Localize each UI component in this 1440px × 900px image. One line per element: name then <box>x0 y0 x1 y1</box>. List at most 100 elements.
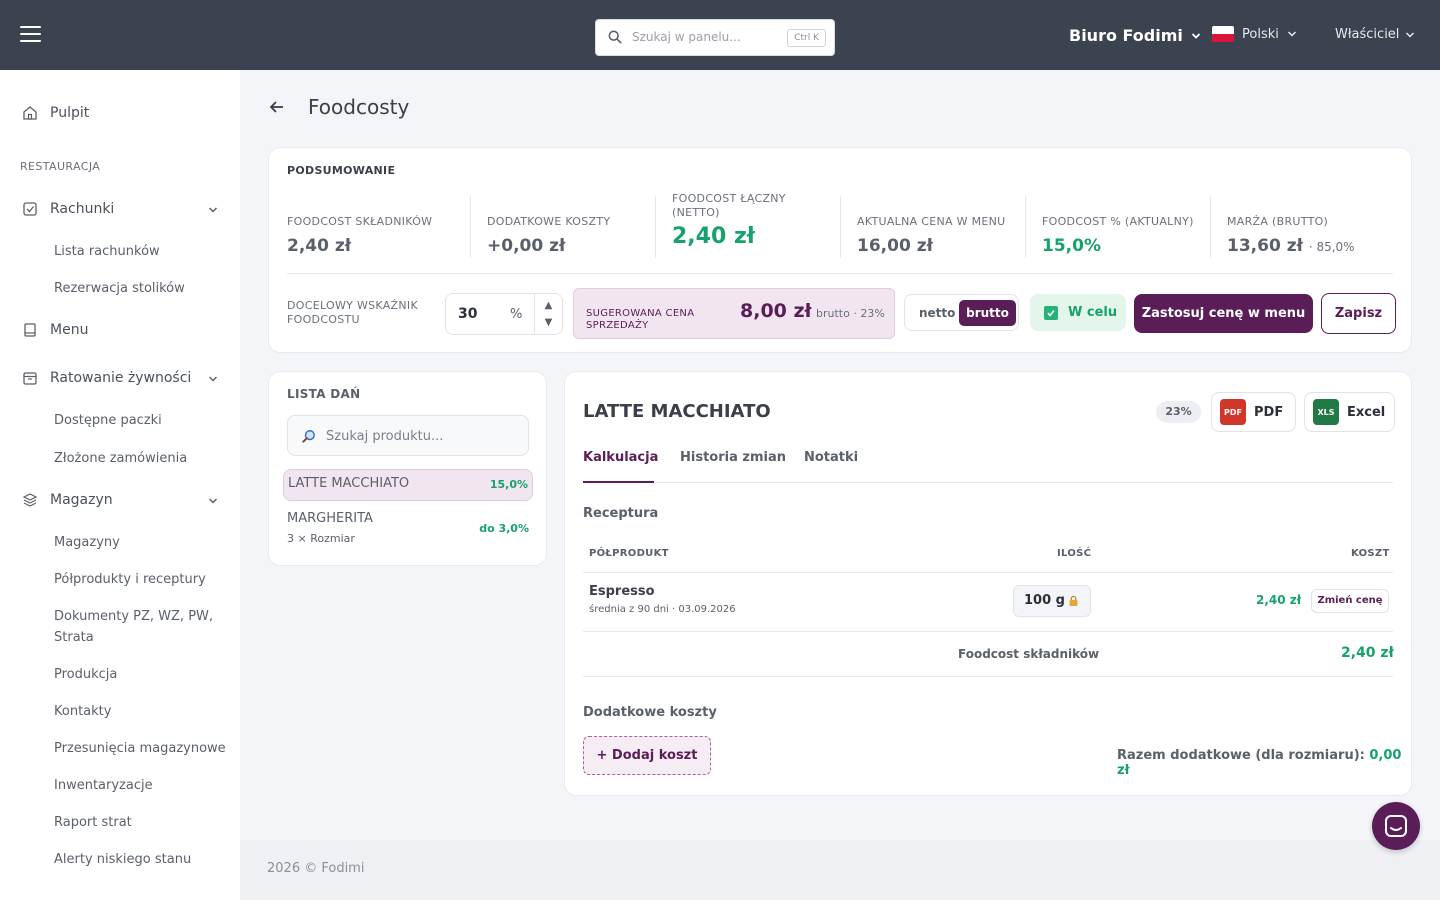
sidebar-item-label: Menu <box>50 322 89 338</box>
sidebar-item-production[interactable]: Produkcja <box>54 664 229 685</box>
metric-label: AKTUALNA CENA W MENU <box>857 215 1006 228</box>
sidebar-item-low-stock-alerts[interactable]: Alerty niskiego stanu <box>54 849 229 870</box>
divider <box>583 572 1393 573</box>
sidebar-item-contacts[interactable]: Kontakty <box>54 701 229 722</box>
ingredient-name: Espresso <box>589 584 655 599</box>
suggested-price-label: SUGEROWANA CENA SPRZEDAŻY <box>586 308 695 331</box>
sidebar-item-semi-products[interactable]: Półprodukty i receptury <box>54 569 229 590</box>
apply-price-button[interactable]: Zastosuj cenę w menu <box>1134 294 1313 333</box>
company-name: Biuro Fodimi <box>1069 26 1183 45</box>
metric-value: 13,60 zł <box>1227 236 1303 256</box>
change-price-button[interactable]: Zmień cenę <box>1311 589 1389 613</box>
metric-label: FOODCOST ŁĄCZNY (NETTO) <box>672 192 786 219</box>
dish-foodcost-percent: 15,0% <box>489 478 528 491</box>
list-item[interactable]: LATTE MACCHIATO 15,0% <box>283 469 533 501</box>
export-excel-button[interactable]: XLS Excel <box>1304 392 1395 432</box>
toggle-netto[interactable]: netto <box>919 306 955 320</box>
poland-flag-icon <box>1212 26 1234 42</box>
target-foodcost-input[interactable]: 30 % ▲ ▼ <box>445 293 563 335</box>
tab-calculation[interactable]: Kalkulacja <box>583 450 658 483</box>
list-item[interactable]: MARGHERITA 3 × Rozmiar do 3,0% <box>283 510 533 550</box>
sidebar-item-bills-list[interactable]: Lista rachunków <box>54 241 229 262</box>
book-icon <box>24 323 36 337</box>
sidebar-item-warehouses[interactable]: Magazyny <box>54 532 229 553</box>
export-excel-label: Excel <box>1347 404 1386 420</box>
number-stepper[interactable]: ▲ ▼ <box>534 294 562 334</box>
dish-foodcost-percent: do 3,0% <box>479 522 529 535</box>
summary-heading: PODSUMOWANIE <box>287 164 396 177</box>
company-switcher[interactable]: Biuro Fodimi <box>1069 26 1201 45</box>
sidebar-item-food-rescue[interactable]: Ratowanie żywności <box>22 370 222 386</box>
add-cost-button[interactable]: + Dodaj koszt <box>583 736 711 775</box>
metric-ingredients-foodcost: FOODCOST SKŁADNIKÓW 2,40 zł <box>287 215 462 256</box>
search-icon <box>302 430 315 443</box>
search-shortcut-hint: Ctrl K <box>787 29 826 47</box>
divider <box>1025 196 1026 258</box>
sidebar-item-stock-transfers[interactable]: Przesunięcia magazynowe <box>54 738 229 759</box>
metric-extra: · 85,0% <box>1308 240 1355 254</box>
page-header: Foodcosty <box>268 95 409 119</box>
metric-label: MARŻA (BRUTTO) <box>1227 215 1329 228</box>
percent-unit: % <box>510 306 523 322</box>
product-search-input[interactable]: Szukaj produktu... <box>287 415 529 456</box>
back-arrow-icon[interactable] <box>268 98 286 116</box>
export-pdf-label: PDF <box>1254 404 1284 420</box>
save-button[interactable]: Zapisz <box>1321 293 1396 334</box>
stepper-down-icon[interactable]: ▼ <box>545 317 553 328</box>
lock-icon <box>1069 596 1078 606</box>
hamburger-menu-icon[interactable] <box>20 26 41 42</box>
tab-notes[interactable]: Notatki <box>804 450 858 483</box>
sidebar-item-inventory[interactable]: Inwentaryzacje <box>54 775 229 796</box>
ingredient-quantity[interactable]: 100 g <box>1013 585 1091 617</box>
top-bar: Szukaj w panelu... Ctrl K Biuro Fodimi P… <box>0 0 1440 70</box>
metric-total-foodcost: FOODCOST ŁĄCZNY (NETTO) 2,40 zł <box>672 192 832 249</box>
sidebar-item-label: Pulpit <box>50 105 90 121</box>
stepper-up-icon[interactable]: ▲ <box>545 300 553 311</box>
sidebar-item-menu[interactable]: Menu <box>22 322 222 338</box>
net-gross-toggle[interactable]: netto brutto <box>904 294 1019 331</box>
chevron-down-icon <box>1406 31 1415 38</box>
user-menu[interactable]: Właściciel <box>1335 27 1415 42</box>
dish-title: LATTE MACCHIATO <box>583 401 771 422</box>
target-foodcost-label: DOCELOWY WSKAŹNIK FOODCOSTU <box>287 299 418 326</box>
metric-label: DODATKOWE KOSZTY <box>487 215 611 228</box>
chevron-down-icon <box>1287 31 1296 37</box>
column-header-quantity: ILOŚĆ <box>1057 548 1092 559</box>
dish-name: LATTE MACCHIATO <box>288 476 410 491</box>
detail-tabs: Kalkulacja Historia zmian Notatki <box>583 450 1393 483</box>
divider <box>840 196 841 258</box>
chat-launcher-button[interactable] <box>1372 802 1420 850</box>
sidebar-item-bills[interactable]: Rachunki <box>22 201 222 217</box>
sidebar-item-dashboard[interactable]: Pulpit <box>22 105 222 121</box>
tab-change-history[interactable]: Historia zmian <box>680 450 786 483</box>
sidebar-item-warehouse[interactable]: Magazyn <box>22 492 222 508</box>
export-pdf-button[interactable]: PDF PDF <box>1211 392 1296 432</box>
suggested-price-suffix: brutto · 23% <box>816 307 885 320</box>
additional-costs-summary: Razem dodatkowe (dla rozmiaru): 0,00 zł <box>1117 748 1411 778</box>
column-header-semi-product: PÓŁPRODUKT <box>589 548 669 559</box>
excel-file-icon: XLS <box>1313 399 1339 425</box>
home-icon <box>23 106 37 120</box>
sidebar-item-placed-orders[interactable]: Złożone zamówienia <box>54 448 229 469</box>
sidebar-item-available-packages[interactable]: Dostępne paczki <box>54 410 229 431</box>
sidebar-item-loss-report[interactable]: Raport strat <box>54 812 229 833</box>
language-switcher[interactable]: Polski <box>1212 26 1297 42</box>
ingredients-total-label: Foodcost składników <box>958 647 1100 661</box>
global-search-input[interactable]: Szukaj w panelu... Ctrl K <box>595 19 835 56</box>
pdf-file-icon: PDF <box>1220 399 1246 425</box>
column-header-cost: KOSZT <box>1351 548 1390 559</box>
suggested-price-value: 8,00 zł <box>740 300 812 322</box>
sidebar-item-documents[interactable]: Dokumenty PZ, WZ, PW, Strata <box>54 606 229 648</box>
recipe-section-title: Receptura <box>583 506 659 521</box>
additional-costs-total-label: Razem dodatkowe (dla rozmiaru): <box>1117 748 1365 763</box>
dish-list-card: LISTA DAŃ Szukaj produktu... LATTE MACCH… <box>268 371 547 566</box>
user-role: Właściciel <box>1335 27 1400 42</box>
divider <box>470 196 471 258</box>
metric-value: 16,00 zł <box>857 236 933 256</box>
divider <box>287 273 1393 274</box>
language-label: Polski <box>1242 26 1279 42</box>
sidebar-item-table-reservation[interactable]: Rezerwacja stolików <box>54 278 229 299</box>
dish-variant-count: 3 × Rozmiar <box>287 532 355 545</box>
product-search-placeholder: Szukaj produktu... <box>326 429 444 444</box>
toggle-brutto[interactable]: brutto <box>959 300 1016 326</box>
